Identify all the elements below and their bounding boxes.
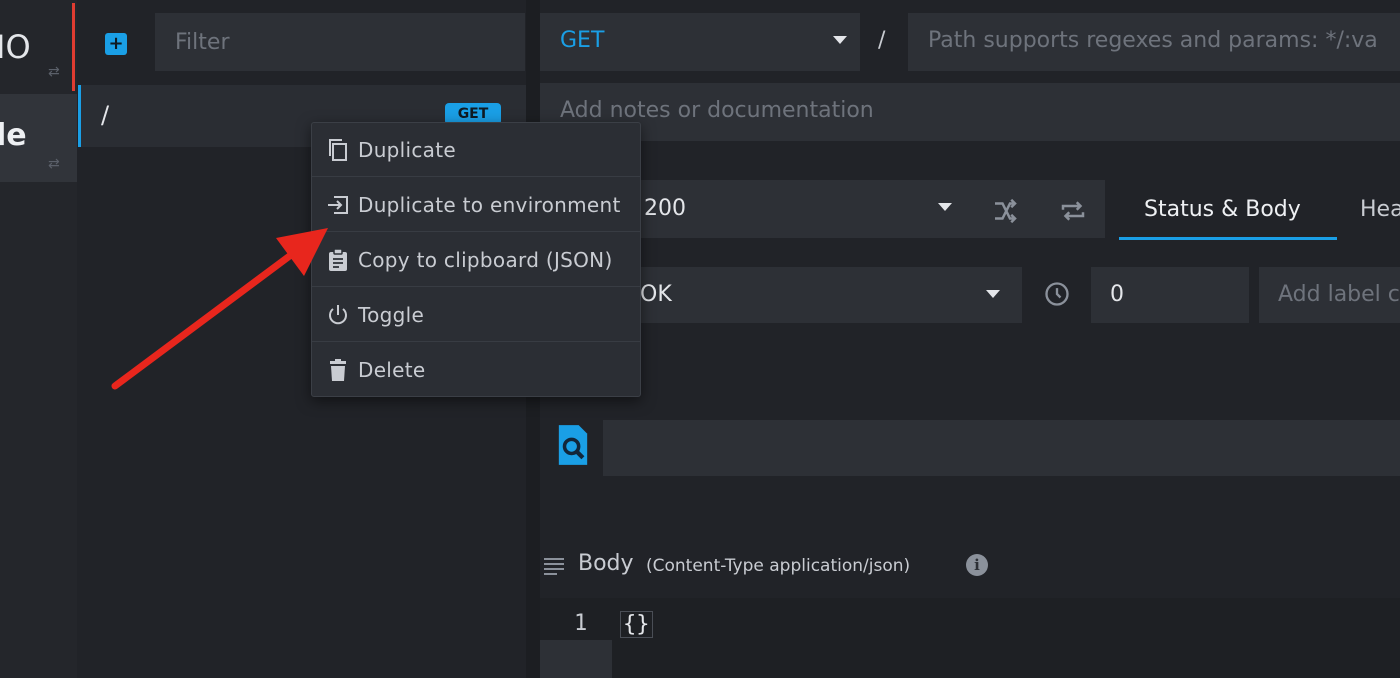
file-path-input[interactable]: [603, 420, 1400, 476]
status-reason-value: OK: [640, 282, 672, 307]
clock-icon: [1045, 282, 1069, 306]
path-prefix: /: [878, 28, 886, 53]
chevron-down-icon: [986, 290, 1000, 298]
body-editor[interactable]: [540, 598, 1400, 678]
menu-item-label: Duplicate to environment: [358, 193, 621, 217]
menu-item-toggle[interactable]: Toggle: [312, 288, 640, 342]
menu-item-label: Toggle: [358, 303, 425, 327]
menu-item-label: Delete: [358, 358, 426, 382]
status-code-value: 200: [644, 196, 686, 221]
menu-item-copy-to-clipboard[interactable]: Copy to clipboard (JSON): [312, 233, 640, 287]
text-lines-icon: [544, 558, 564, 575]
menu-item-label: Copy to clipboard (JSON): [358, 248, 613, 272]
body-content-type: (Content-Type application/json): [646, 556, 911, 576]
info-icon[interactable]: i: [966, 554, 988, 576]
sync-icon: ⇄: [48, 156, 60, 172]
body-title: Body: [578, 551, 634, 576]
shuffle-icon[interactable]: [990, 196, 1020, 226]
latency-value: 0: [1110, 282, 1124, 307]
editor-code[interactable]: {}: [620, 611, 653, 638]
line-number: 1: [574, 611, 588, 636]
sync-icon: ⇄: [48, 64, 60, 80]
menu-item-duplicate-to-environment[interactable]: Duplicate to environment: [312, 178, 640, 232]
environment-name: le: [0, 118, 27, 153]
label-placeholder: Add label c: [1278, 282, 1400, 307]
tab-headers[interactable]: Hea: [1360, 197, 1400, 222]
notes-placeholder: Add notes or documentation: [560, 98, 874, 123]
environment-name: IO: [0, 28, 31, 66]
chevron-down-icon: [833, 36, 847, 44]
add-route-button[interactable]: +: [105, 33, 127, 55]
context-menu: Duplicate Duplicate to environment Copy …: [311, 122, 641, 397]
environment-active-indicator: [72, 3, 75, 91]
file-search-icon[interactable]: [556, 425, 590, 465]
menu-item-delete[interactable]: Delete: [312, 343, 640, 397]
repeat-icon[interactable]: [1058, 196, 1088, 226]
method-value: GET: [560, 28, 605, 53]
route-filter-input[interactable]: [155, 13, 525, 71]
menu-item-duplicate[interactable]: Duplicate: [312, 123, 640, 177]
duplicate-icon: [329, 139, 347, 161]
active-tab-indicator: [1119, 237, 1337, 240]
tab-label: Status & Body: [1144, 197, 1301, 222]
editor-gutter: [540, 640, 612, 678]
route-path: /: [101, 101, 110, 129]
annotation-arrow: [111, 228, 328, 390]
menu-item-label: Duplicate: [358, 138, 456, 162]
chevron-down-icon: [938, 203, 952, 211]
path-placeholder: Path supports regexes and params: */:va: [928, 28, 1378, 53]
